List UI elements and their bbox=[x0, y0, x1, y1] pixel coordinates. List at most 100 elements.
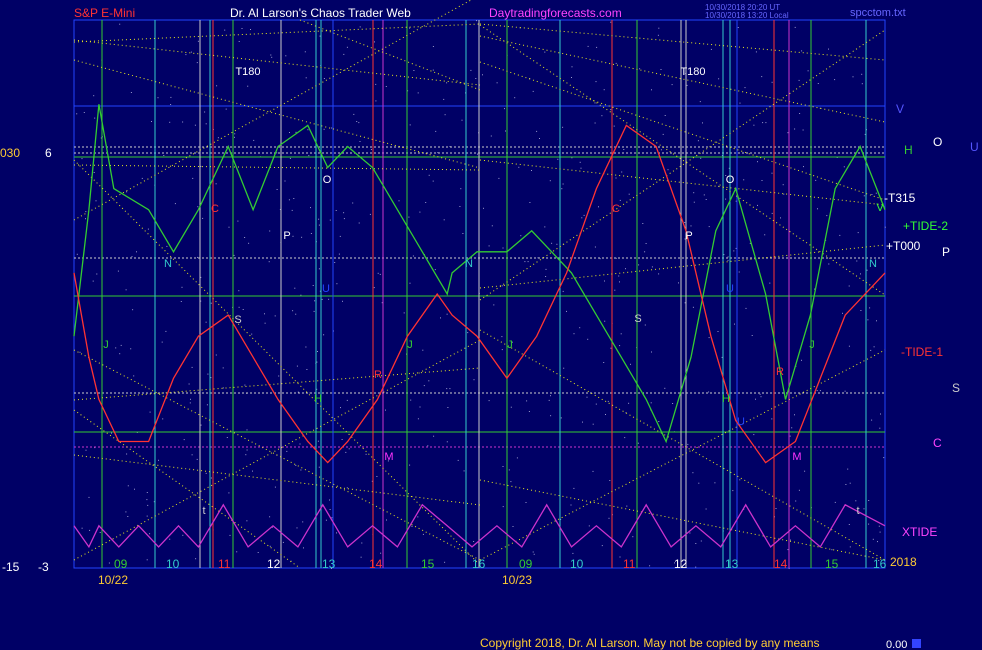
star bbox=[491, 225, 493, 227]
star bbox=[377, 272, 379, 274]
star bbox=[686, 84, 688, 86]
star bbox=[560, 417, 562, 419]
star bbox=[782, 184, 784, 186]
star bbox=[130, 348, 132, 350]
star bbox=[158, 459, 159, 461]
star bbox=[196, 458, 198, 460]
star bbox=[170, 104, 172, 105]
star bbox=[801, 50, 803, 52]
star bbox=[488, 245, 490, 247]
chart-window: T180 T180 C C N N N S S P P O O U U U J J J J R R H H M Mt t V S&P … bbox=[0, 0, 982, 650]
star bbox=[238, 41, 240, 42]
star bbox=[183, 439, 185, 441]
star bbox=[879, 427, 881, 429]
x-tick-15-a: 15 bbox=[421, 557, 435, 571]
star bbox=[317, 351, 318, 352]
star bbox=[334, 262, 336, 263]
event-letter-r: R bbox=[776, 366, 784, 378]
event-letter-n: N bbox=[465, 258, 473, 270]
star bbox=[760, 396, 762, 398]
star bbox=[385, 86, 387, 87]
star bbox=[684, 302, 686, 304]
star bbox=[689, 532, 691, 534]
star bbox=[126, 191, 128, 193]
star bbox=[446, 313, 448, 315]
star bbox=[409, 124, 411, 126]
star bbox=[644, 324, 646, 326]
star bbox=[323, 128, 325, 130]
star bbox=[446, 82, 448, 84]
star bbox=[463, 470, 465, 472]
star bbox=[693, 201, 695, 203]
star bbox=[743, 179, 745, 181]
star bbox=[422, 533, 424, 535]
scroll-indicator[interactable] bbox=[912, 639, 921, 648]
star bbox=[444, 561, 446, 563]
star bbox=[536, 130, 538, 132]
star bbox=[769, 282, 771, 284]
star bbox=[296, 365, 298, 367]
x-tick-16-b: 16 bbox=[873, 557, 887, 571]
star bbox=[502, 506, 504, 508]
star bbox=[514, 97, 516, 99]
star bbox=[525, 502, 527, 503]
star bbox=[409, 27, 411, 29]
star bbox=[502, 247, 504, 249]
star bbox=[132, 309, 134, 311]
star bbox=[165, 330, 167, 332]
star bbox=[248, 242, 250, 244]
star bbox=[329, 219, 331, 221]
star bbox=[181, 286, 183, 288]
star bbox=[527, 261, 529, 263]
star bbox=[94, 117, 96, 119]
star bbox=[587, 45, 589, 47]
star bbox=[83, 112, 85, 113]
star bbox=[408, 216, 410, 218]
star bbox=[459, 206, 461, 207]
star bbox=[271, 56, 273, 58]
star bbox=[614, 289, 616, 291]
star bbox=[291, 209, 293, 211]
star bbox=[276, 189, 278, 190]
star bbox=[149, 533, 151, 535]
star bbox=[386, 519, 387, 521]
star bbox=[510, 406, 512, 408]
star bbox=[149, 411, 151, 413]
star bbox=[761, 76, 763, 78]
star bbox=[771, 418, 773, 420]
star bbox=[594, 122, 596, 124]
star bbox=[435, 130, 437, 132]
star bbox=[619, 345, 621, 347]
star bbox=[557, 158, 559, 160]
star bbox=[630, 363, 631, 365]
star bbox=[483, 207, 484, 209]
star bbox=[861, 73, 863, 75]
star bbox=[141, 177, 143, 179]
star bbox=[300, 469, 302, 471]
star bbox=[358, 222, 360, 224]
copyright-notice: Copyright 2018, Dr. Al Larson. May not b… bbox=[480, 636, 820, 650]
star bbox=[375, 83, 377, 85]
star bbox=[798, 79, 800, 81]
star bbox=[619, 199, 621, 201]
star bbox=[490, 135, 492, 137]
star bbox=[224, 29, 226, 31]
star bbox=[446, 441, 448, 443]
star bbox=[99, 532, 101, 533]
star bbox=[233, 254, 235, 256]
star bbox=[551, 242, 553, 244]
event-letter-n: N bbox=[869, 258, 877, 270]
star bbox=[413, 70, 415, 71]
star bbox=[444, 114, 446, 116]
star bbox=[496, 82, 498, 84]
star bbox=[581, 217, 583, 219]
star bbox=[755, 398, 756, 400]
event-letter-j: J bbox=[103, 339, 109, 351]
event-letter-p: P bbox=[283, 230, 290, 242]
star bbox=[356, 121, 358, 122]
star bbox=[826, 215, 828, 217]
star bbox=[650, 402, 652, 404]
star bbox=[215, 354, 217, 356]
star bbox=[615, 177, 617, 179]
star bbox=[346, 399, 348, 401]
